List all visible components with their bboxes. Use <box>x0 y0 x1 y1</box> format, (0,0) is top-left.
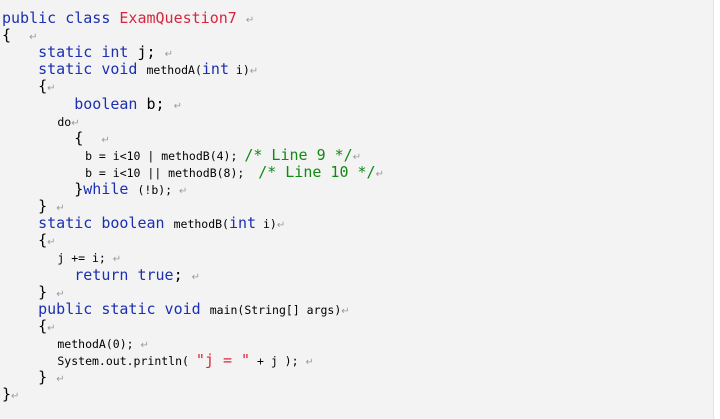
code-token: methodB( <box>173 217 229 232</box>
code-line: do↵ <box>2 112 80 129</box>
code-line: }↵ <box>2 385 20 404</box>
code-token: { <box>2 231 48 250</box>
return-mark-icon: ↵ <box>173 100 182 112</box>
code-line: } ↵ <box>2 282 65 301</box>
code-line: b = i<10 | methodB(4); /* Line 9 */↵ <box>2 146 361 163</box>
code-line: } ↵ <box>2 368 65 387</box>
return-mark-icon: ↵ <box>71 117 80 129</box>
code-token: { <box>2 128 102 147</box>
code-line: {↵ <box>2 316 56 335</box>
return-mark-icon: ↵ <box>47 237 56 249</box>
code-line: static void methodA(int i)↵ <box>2 60 259 79</box>
return-mark-icon: ↵ <box>352 151 362 163</box>
code-line: static int j; ↵ <box>2 43 173 62</box>
code-line: public static void main(String[] args)↵ <box>2 300 350 317</box>
code-line: b = i<10 || methodB(8); /* Line 10 */↵ <box>2 163 384 180</box>
return-mark-icon: ↵ <box>56 374 65 386</box>
return-mark-icon: ↵ <box>112 254 122 266</box>
code-token: { <box>2 316 48 335</box>
code-token: { <box>2 26 30 45</box>
code-token: static boolean <box>2 214 174 233</box>
code-line: return true; ↵ <box>2 266 200 283</box>
code-token: } <box>2 180 84 198</box>
code-line: { ↵ <box>2 26 38 45</box>
code-token: "j = " <box>195 351 251 369</box>
code-token: (!b); <box>137 183 180 197</box>
code-token: } <box>2 282 57 301</box>
return-mark-icon: ↵ <box>305 357 314 368</box>
code-line: { ↵ <box>2 129 110 146</box>
code-line: {↵ <box>2 77 56 96</box>
return-mark-icon: ↵ <box>56 288 65 300</box>
return-mark-icon: ↵ <box>11 391 20 403</box>
code-line: }while (!b); ↵ <box>2 180 188 198</box>
code-token: b = i<10 || methodB(8); <box>2 165 259 180</box>
code-token: int <box>201 60 229 79</box>
code-token: } <box>2 368 57 387</box>
return-mark-icon: ↵ <box>179 186 188 197</box>
code-token: return true <box>2 265 174 284</box>
code-line: j += i; ↵ <box>2 248 121 265</box>
return-mark-icon: ↵ <box>101 134 110 146</box>
code-token: b; <box>146 94 174 113</box>
code-token: static void <box>2 60 147 79</box>
code-token: /* Line 10 */ <box>258 162 376 181</box>
code-token: b = i<10 | methodB(4); <box>2 148 245 163</box>
return-mark-icon: ↵ <box>375 168 384 180</box>
code-token: boolean <box>2 94 147 113</box>
code-token: methodA( <box>146 63 202 78</box>
code-token: j += i; <box>2 251 113 266</box>
return-mark-icon: ↵ <box>341 305 350 317</box>
return-mark-icon: ↵ <box>29 32 38 44</box>
return-mark-icon: ↵ <box>245 15 255 26</box>
code-line: boolean b; ↵ <box>2 95 182 112</box>
code-line: public class ExamQuestion7 ↵ <box>2 9 255 27</box>
code-token: main(String[] args) <box>209 302 342 317</box>
return-mark-icon: ↵ <box>276 220 286 232</box>
code-line: {↵ <box>2 231 56 250</box>
code-token: j; <box>137 43 165 62</box>
code-token: while <box>83 180 138 198</box>
code-token: public class <box>2 9 120 27</box>
return-mark-icon: ↵ <box>191 271 201 283</box>
code-token: methodA(0); <box>2 336 141 351</box>
code-line: static boolean methodB(int i)↵ <box>2 214 286 233</box>
return-mark-icon: ↵ <box>164 49 173 61</box>
code-token: i) <box>228 63 250 78</box>
code-token: { <box>2 77 48 96</box>
code-token: int <box>228 214 257 233</box>
code-line: System.out.println( "j = " + j ); ↵ <box>2 351 314 369</box>
return-mark-icon: ↵ <box>56 203 65 215</box>
return-mark-icon: ↵ <box>47 83 56 95</box>
code-line: methodA(0); ↵ <box>2 334 149 351</box>
code-line: } ↵ <box>2 197 65 216</box>
return-mark-icon: ↵ <box>249 66 259 78</box>
code-listing: public class ExamQuestion7 ↵{ ↵ static i… <box>0 0 714 419</box>
code-token: public static void <box>2 299 210 318</box>
code-token: /* Line 9 */ <box>244 145 353 164</box>
code-token: do <box>2 114 72 129</box>
code-token: } <box>2 385 12 404</box>
code-token: i) <box>256 217 277 232</box>
code-token: static int <box>2 43 138 62</box>
code-token: System.out.println( <box>2 354 196 368</box>
code-token: ; <box>173 265 192 284</box>
code-token: ExamQuestion7 <box>119 9 237 27</box>
return-mark-icon: ↵ <box>47 322 56 334</box>
return-mark-icon: ↵ <box>140 339 149 351</box>
code-token: + j ); <box>250 354 306 368</box>
code-token: } <box>2 197 57 216</box>
